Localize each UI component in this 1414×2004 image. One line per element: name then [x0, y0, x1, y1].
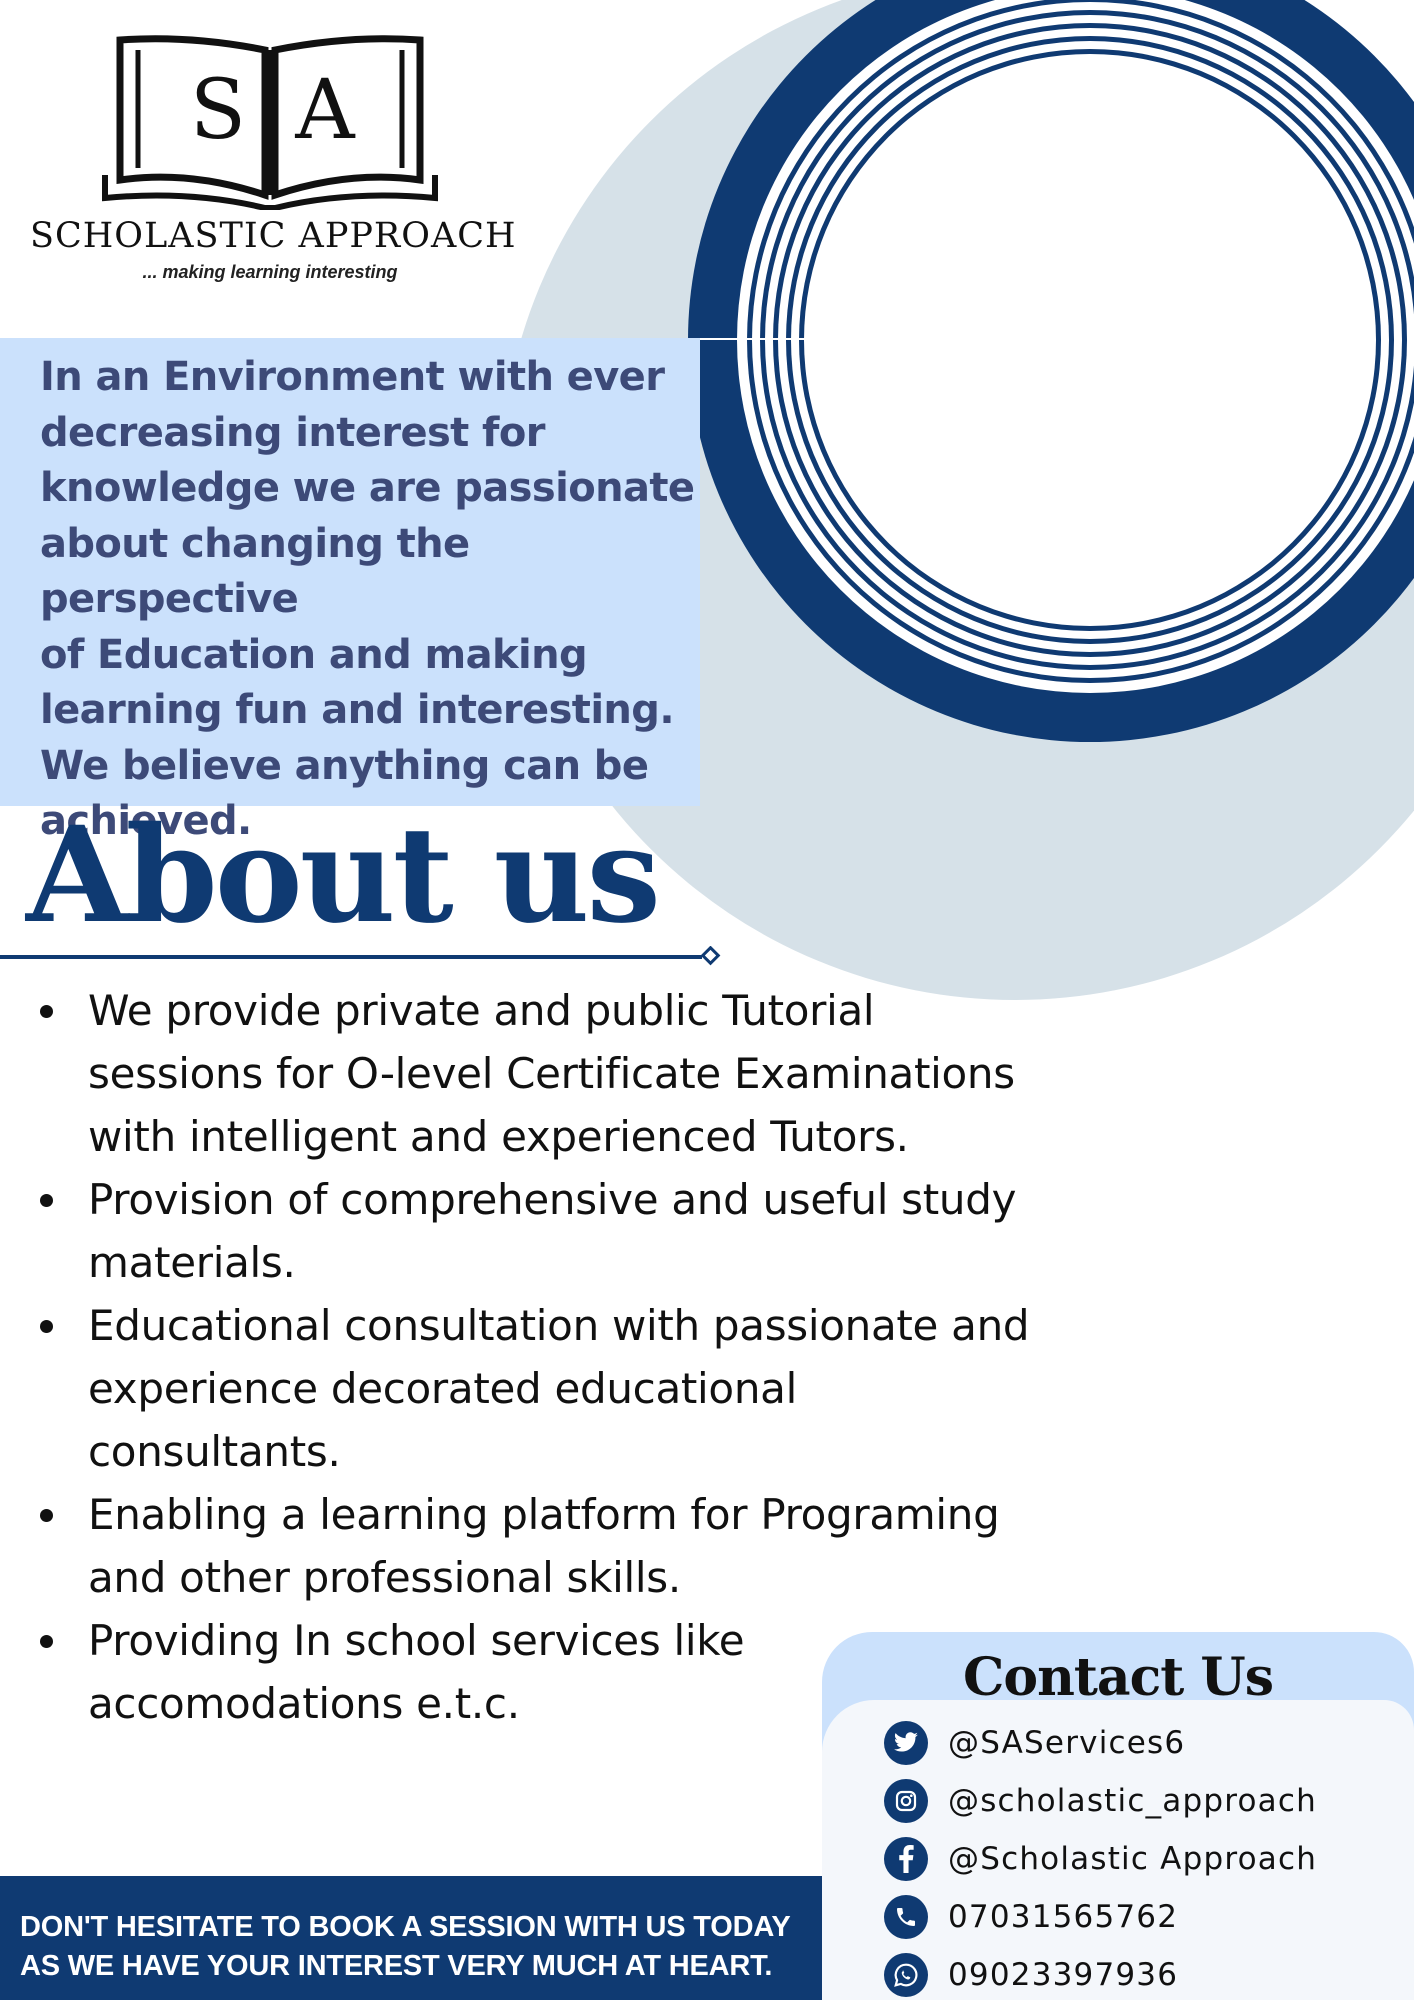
open-book-logo-icon: S A — [102, 35, 438, 210]
bullet-icon — [40, 1509, 53, 1522]
twitter-icon — [884, 1721, 928, 1765]
bullet-icon — [40, 1635, 53, 1648]
intro-panel: In an Environment with ever decreasing i… — [0, 338, 700, 844]
contact-text: @scholastic_approach — [948, 1783, 1317, 1819]
contact-text: @SAServices6 — [948, 1725, 1186, 1761]
phone-icon — [884, 1895, 928, 1939]
contact-item-instagram[interactable]: @scholastic_approach — [884, 1772, 1317, 1830]
service-line: Enabling a learning platform for Program… — [88, 1490, 1000, 1539]
service-line: sessions for O-level Certificate Examina… — [88, 1049, 1015, 1098]
service-item: Educational consultation with passionate… — [40, 1294, 1180, 1483]
service-line: with intelligent and experienced Tutors. — [88, 1112, 909, 1161]
facebook-icon — [884, 1837, 928, 1881]
service-line: We provide private and public Tutorial — [88, 986, 875, 1035]
whatsapp-icon — [884, 1953, 928, 1997]
contact-title: Contact Us — [963, 1647, 1274, 1708]
service-item: Provision of comprehensive and useful st… — [40, 1168, 1180, 1294]
intro-line: We believe anything can be — [40, 742, 649, 789]
service-line: Educational consultation with passionate… — [88, 1301, 1030, 1350]
instagram-icon — [884, 1779, 928, 1823]
intro-line: In an Environment with ever — [40, 354, 665, 400]
bullet-icon — [40, 1320, 53, 1333]
contact-text: @Scholastic Approach — [948, 1841, 1318, 1877]
intro-line: learning fun and interesting. — [40, 687, 675, 733]
contact-list-panel: @SAServices6 @scholastic_approach @Schol… — [822, 1700, 1414, 2000]
bullet-icon — [40, 1194, 53, 1207]
contact-item-facebook[interactable]: @Scholastic Approach — [884, 1830, 1317, 1888]
logo-letter-a: A — [294, 63, 356, 158]
contact-text: 07031565762 — [948, 1899, 1179, 1935]
contact-list: @SAServices6 @scholastic_approach @Schol… — [884, 1714, 1317, 2004]
service-line: consultants. — [88, 1427, 341, 1476]
contact-item-whatsapp[interactable]: 09023397936 — [884, 1946, 1317, 2004]
brand-tagline: ... making learning interesting — [142, 262, 398, 282]
intro-line: decreasing interest for — [40, 409, 545, 456]
contact-item-phone[interactable]: 07031565762 — [884, 1888, 1317, 1946]
contact-text: 09023397936 — [948, 1957, 1179, 1993]
logo-letter-s: S — [190, 63, 246, 158]
cta-line: AS WE HAVE YOUR INTEREST VERY MUCH AT HE… — [20, 1950, 773, 1982]
intro-line: of Education and making — [40, 631, 588, 678]
about-title: About us — [26, 798, 661, 953]
service-line: Provision of comprehensive and useful st… — [88, 1175, 1017, 1224]
service-line: experience decorated educational — [88, 1364, 797, 1413]
title-underline — [0, 946, 721, 966]
contact-item-twitter[interactable]: @SAServices6 — [884, 1714, 1317, 1772]
intro-line: about changing the perspective — [40, 520, 470, 623]
intro-line: knowledge we are passionate — [40, 465, 695, 511]
service-line: materials. — [88, 1238, 296, 1287]
brand-logo: S A SCHOLASTIC APPROACH ... making learn… — [30, 30, 517, 283]
cta-banner: DON'T HESITATE TO BOOK A SESSION WITH US… — [0, 1876, 822, 2000]
cta-line: DON'T HESITATE TO BOOK A SESSION WITH US… — [20, 1911, 791, 1943]
brand-name: SCHOLASTIC APPROACH — [30, 216, 517, 256]
bullet-icon — [40, 1005, 53, 1018]
service-line: and other professional skills. — [88, 1553, 681, 1602]
services-list: We provide private and public Tutorial s… — [40, 979, 1180, 1735]
contact-card: Contact Us @SAServices6 @scholastic_appr… — [822, 1632, 1414, 2000]
service-item: Enabling a learning platform for Program… — [40, 1483, 1180, 1609]
service-item: We provide private and public Tutorial s… — [40, 979, 1180, 1168]
